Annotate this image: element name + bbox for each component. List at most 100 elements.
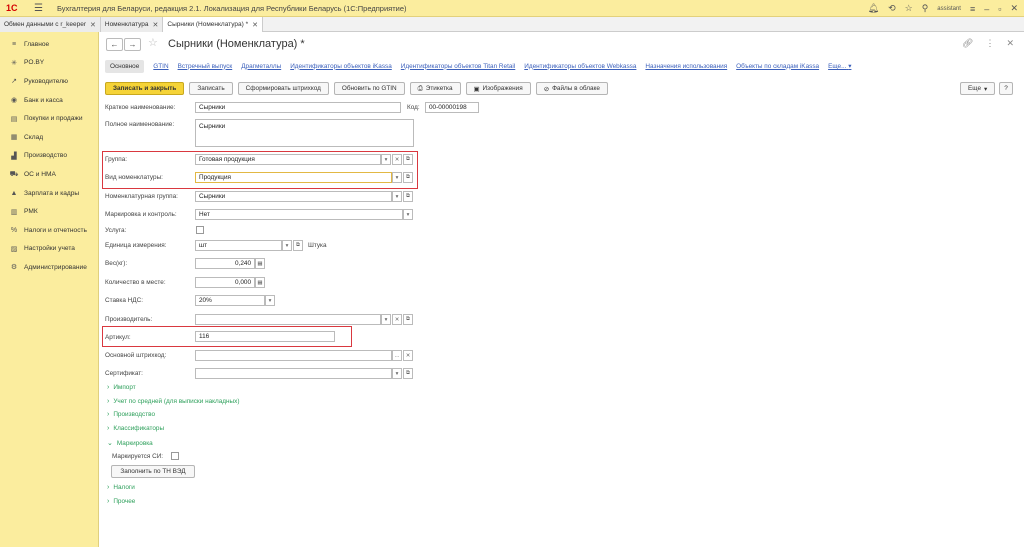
label-button[interactable]: ⎙ Этикетка — [409, 82, 461, 95]
sidebar-item-administration[interactable]: ⚙ Администрирование — [0, 258, 98, 277]
sidebar-item-taxes[interactable]: % Налоги и отчетность — [0, 221, 98, 240]
save-close-button[interactable]: Записать и закрыть — [105, 82, 185, 95]
help-button[interactable]: ? — [999, 82, 1013, 95]
kind-select[interactable]: Продукция — [195, 172, 392, 183]
sidebar-item-rmk[interactable]: ▥ РМК — [0, 202, 98, 221]
vat-dropdown-icon[interactable]: ▾ — [265, 295, 275, 306]
images-button[interactable]: ▣ Изображения — [465, 82, 531, 95]
nav-ikassa-ids[interactable]: Идентификаторы объектов iKassa — [290, 63, 392, 70]
sidebar-item-poby[interactable]: ✳ PO.BY — [0, 54, 98, 73]
fill-tn-ved-button[interactable]: Заполнить по ТН ВЭД — [111, 465, 195, 478]
group-clear-icon[interactable]: ✕ — [392, 154, 402, 165]
sidebar-item-purchases[interactable]: ▤ Покупки и продажи — [0, 109, 98, 128]
nav-usage-purposes[interactable]: Назначения использования — [645, 63, 727, 70]
tab-syrniki[interactable]: Сырники (Номенклатура) * ✕ — [163, 17, 264, 32]
search-icon[interactable]: ⚲ — [922, 3, 929, 14]
sidebar-item-main[interactable]: ≡ Главное — [0, 35, 98, 54]
nom-group-dropdown-icon[interactable]: ▾ — [392, 191, 402, 202]
cert-select[interactable] — [195, 368, 392, 379]
group-other[interactable]: › Прочее — [107, 498, 135, 505]
sidebar-item-bank[interactable]: ◉ Банк и касса — [0, 91, 98, 110]
history-icon[interactable]: ⟲ — [888, 3, 896, 14]
barcode-clear-icon[interactable]: ✕ — [403, 350, 413, 361]
tab-rkeeper-exchange[interactable]: Обмен данными с r_keeper ✕ — [0, 17, 101, 32]
maker-clear-icon[interactable]: ✕ — [392, 314, 402, 325]
sidebar-item-salary[interactable]: ▲ Зарплата и кадры — [0, 184, 98, 203]
group-classifiers[interactable]: › Классификаторы — [107, 425, 164, 432]
update-gtin-button[interactable]: Обновить по GTIN — [333, 82, 405, 95]
qty-input[interactable]: 0,000 — [195, 277, 255, 288]
main-menu-icon[interactable]: ☰ — [34, 3, 43, 14]
current-user[interactable]: assistant — [937, 6, 961, 12]
barcode-input[interactable] — [195, 350, 392, 361]
save-button[interactable]: Записать — [189, 82, 233, 95]
nav-gtin[interactable]: GTIN — [153, 63, 168, 70]
weight-calculator-icon[interactable]: ▦ — [255, 258, 265, 269]
tab-nomenclature[interactable]: Номенклатура ✕ — [100, 17, 164, 32]
generate-barcode-button[interactable]: Сформировать штрихкод — [237, 82, 329, 95]
nom-group-open-icon[interactable]: ⧉ — [403, 191, 413, 202]
cloud-files-button[interactable]: ⊘ Файлы в облаке — [535, 82, 608, 95]
group-import[interactable]: › Импорт — [107, 384, 136, 391]
group-open-icon[interactable]: ⧉ — [403, 154, 413, 165]
nav-webkassa-ids[interactable]: Идентификаторы объектов Webkassa — [524, 63, 636, 70]
link-icon[interactable]: 🔗︎ — [962, 38, 973, 49]
close-icon[interactable]: ✕ — [1010, 3, 1018, 14]
kind-dropdown-icon[interactable]: ▾ — [392, 172, 402, 183]
full-name-input[interactable]: Сырники — [195, 119, 414, 147]
minimize-icon[interactable]: – — [984, 4, 989, 14]
more-menu-icon[interactable]: ⋮ — [985, 38, 994, 49]
group-select[interactable]: Готовая продукция — [195, 154, 381, 165]
nav-titan-ids[interactable]: Идентификаторы объектов Titan Retail — [401, 63, 516, 70]
nav-counter-release[interactable]: Встречный выпуск — [178, 63, 233, 70]
group-production[interactable]: › Производство — [107, 411, 155, 418]
marking-ci-checkbox[interactable] — [171, 452, 179, 460]
cert-open-icon[interactable]: ⧉ — [403, 368, 413, 379]
bell-icon[interactable]: 🔔︎ — [868, 3, 879, 14]
unit-select[interactable]: шт — [195, 240, 282, 251]
back-button[interactable]: ← — [106, 38, 123, 51]
sidebar-item-warehouse[interactable]: ▦ Склад — [0, 128, 98, 147]
form-scrollbar[interactable] — [1016, 32, 1024, 547]
group-taxes[interactable]: › Налоги — [107, 484, 135, 491]
sidebar-item-accounting-settings[interactable]: ▨ Настройки учета — [0, 240, 98, 259]
kind-open-icon[interactable]: ⧉ — [403, 172, 413, 183]
forward-button[interactable]: → — [124, 38, 141, 51]
group-marking[interactable]: ⌄ Маркировка — [107, 439, 153, 448]
marking-dropdown-icon[interactable]: ▾ — [403, 209, 413, 220]
maker-select[interactable] — [195, 314, 381, 325]
maker-open-icon[interactable]: ⧉ — [403, 314, 413, 325]
article-input[interactable]: 116 — [195, 331, 335, 342]
unit-dropdown-icon[interactable]: ▾ — [282, 240, 292, 251]
vat-select[interactable]: 20% — [195, 295, 265, 306]
favorites-icon[interactable]: ☆ — [905, 3, 913, 14]
sidebar-item-production[interactable]: ▟ Производство — [0, 147, 98, 166]
close-form-icon[interactable]: ✕ — [1006, 38, 1014, 49]
short-name-input[interactable]: Сырники — [195, 102, 401, 113]
settings-menu-icon[interactable]: ≡ — [970, 4, 975, 14]
nav-precious-metals[interactable]: Драгметаллы — [241, 63, 281, 70]
close-tab-icon[interactable]: ✕ — [153, 21, 159, 29]
code-input[interactable]: 00-00000198 — [425, 102, 479, 113]
service-checkbox[interactable] — [196, 226, 204, 234]
sidebar-item-manager[interactable]: ↗ Руководителю — [0, 72, 98, 91]
cert-dropdown-icon[interactable]: ▾ — [392, 368, 402, 379]
group-dropdown-icon[interactable]: ▾ — [381, 154, 391, 165]
close-tab-icon[interactable]: ✕ — [252, 21, 258, 29]
maker-dropdown-icon[interactable]: ▾ — [381, 314, 391, 325]
barcode-select-icon[interactable]: … — [392, 350, 402, 361]
group-avg-accounting[interactable]: › Учет по средней (для выписки накладных) — [107, 398, 239, 405]
favorite-star-icon[interactable]: ☆ — [148, 36, 158, 49]
close-tab-icon[interactable]: ✕ — [90, 21, 96, 29]
more-button[interactable]: Еще ▾ — [960, 82, 996, 95]
marking-select[interactable]: Нет — [195, 209, 403, 220]
maximize-icon[interactable]: ▫ — [998, 4, 1001, 14]
sidebar-item-assets[interactable]: ⛟ ОС и НМА — [0, 165, 98, 184]
nav-more[interactable]: Еще... ▾ — [828, 62, 851, 70]
nav-main[interactable]: Основное — [105, 59, 145, 73]
unit-open-icon[interactable]: ⧉ — [293, 240, 303, 251]
nom-group-select[interactable]: Сырники — [195, 191, 392, 202]
nav-ikassa-warehouses[interactable]: Объекты по складам iKassa — [736, 63, 819, 70]
weight-input[interactable]: 0,240 — [195, 258, 255, 269]
qty-calculator-icon[interactable]: ▦ — [255, 277, 265, 288]
